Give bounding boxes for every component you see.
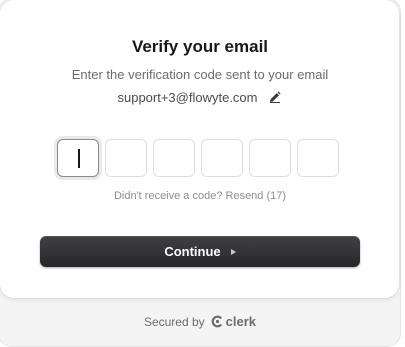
edit-email-button[interactable] <box>267 89 283 105</box>
footer: Secured by clerk <box>0 314 400 329</box>
page-title: Verify your email <box>131 37 269 56</box>
secured-by-text: Secured by <box>143 314 205 329</box>
clerk-logo-icon <box>211 315 222 328</box>
otp-digit-4[interactable] <box>201 139 243 177</box>
play-triangle-icon <box>230 248 236 255</box>
clerk-brand-link[interactable]: clerk <box>211 314 256 329</box>
email-address: support+3@flowyte.com <box>117 89 258 105</box>
continue-button[interactable]: Continue <box>40 236 360 267</box>
pencil-icon <box>269 91 281 103</box>
otp-digit-2[interactable] <box>105 139 147 177</box>
otp-digit-5[interactable] <box>249 139 291 177</box>
otp-digit-6[interactable] <box>297 139 339 177</box>
resend-code-link[interactable]: Didn't receive a code? Resend (17) <box>0 190 400 202</box>
continue-label: Continue <box>164 244 221 259</box>
email-row: support+3@flowyte.com <box>0 89 400 105</box>
subtitle: Enter the verification code sent to your… <box>71 67 329 82</box>
clerk-brand-text: clerk <box>225 314 257 329</box>
otp-digit-1[interactable] <box>57 139 99 177</box>
verify-card: Verify your email Enter the verification… <box>0 0 399 298</box>
text-caret <box>78 149 80 168</box>
otp-input-group <box>57 139 339 177</box>
otp-digit-3[interactable] <box>153 139 195 177</box>
